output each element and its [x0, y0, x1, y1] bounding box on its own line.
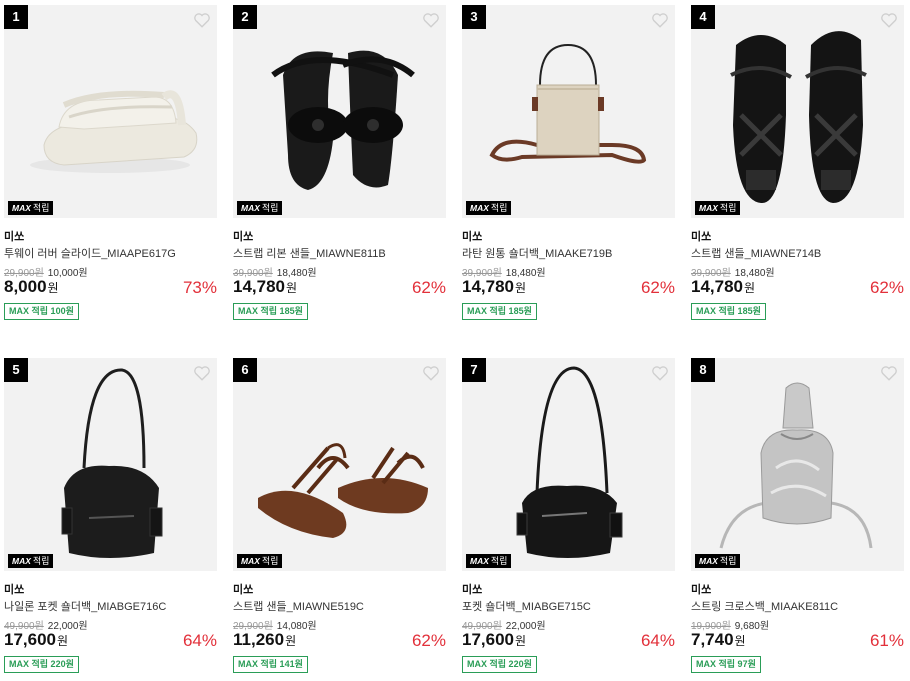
product-name[interactable]: 스트랩 샌들_MIAWNE714B: [691, 245, 821, 261]
discount-rate: 64%: [640, 631, 675, 650]
heart-icon[interactable]: [422, 364, 440, 382]
product-image[interactable]: [233, 358, 446, 571]
max-points-badge: MAX 적립: [237, 201, 283, 215]
silver-string-cross-bag-image: [719, 382, 873, 549]
heart-icon[interactable]: [880, 11, 898, 29]
product-card[interactable]: 5 MAX 적립 미쏘 나일론 포켓 숄더백_MIABGE716C 49,900원…: [4, 358, 217, 674]
discount-rate: 61%: [869, 631, 904, 650]
rank-badge: 3: [462, 5, 486, 29]
product-name[interactable]: 투웨이 러버 슬라이드_MIAAPE617G: [4, 245, 176, 261]
product-name[interactable]: 스트랩 리본 샌들_MIAWNE811B: [233, 245, 386, 261]
brown-strappy-sandal-image: [258, 443, 428, 538]
max-points-badge: MAX 적립: [8, 201, 54, 215]
brand-name[interactable]: 미쏘: [691, 228, 711, 244]
product-name[interactable]: 포켓 숄더백_MIABGE715C: [462, 598, 591, 614]
heart-icon[interactable]: [651, 364, 669, 382]
brand-name[interactable]: 미쏘: [4, 228, 24, 244]
final-price: 14,780원: [691, 277, 756, 296]
product-card[interactable]: 7 MAX 적립 미쏘 포켓 숄더백_MIABGE715C 49,900원 22,0…: [462, 358, 675, 674]
discount-rate: 62%: [411, 631, 446, 650]
product-image[interactable]: [4, 5, 217, 218]
points-badge: MAX 적립 220원: [4, 656, 79, 673]
points-badge: MAX 적립 185원: [233, 303, 308, 320]
heart-icon[interactable]: [880, 364, 898, 382]
max-points-badge: MAX 적립: [466, 201, 512, 215]
final-price: 7,740원: [691, 630, 746, 649]
rank-badge: 5: [4, 358, 28, 382]
black-patent-strap-sandal-image: [730, 31, 867, 204]
rank-badge: 4: [691, 5, 715, 29]
points-badge: MAX 적립 97원: [691, 656, 761, 673]
final-price: 14,780원: [462, 277, 527, 296]
black-leather-pocket-bag-image: [516, 366, 623, 558]
discount-rate: 62%: [640, 278, 675, 297]
final-price: 14,780원: [233, 277, 298, 296]
rank-badge: 1: [4, 5, 28, 29]
rank-badge: 8: [691, 358, 715, 382]
product-image[interactable]: [462, 358, 675, 571]
final-price: 8,000원: [4, 277, 59, 296]
brand-name[interactable]: 미쏘: [233, 228, 253, 244]
product-card[interactable]: 1 MAX 적립 미쏘 투웨이 러버 슬라이드_MIAAPE617G 29,900…: [4, 5, 217, 321]
brand-name[interactable]: 미쏘: [462, 581, 482, 597]
product-image[interactable]: [691, 358, 904, 571]
heart-icon[interactable]: [422, 11, 440, 29]
product-image[interactable]: [233, 5, 446, 218]
brand-name[interactable]: 미쏘: [691, 581, 711, 597]
discount-rate: 73%: [182, 278, 217, 297]
brand-name[interactable]: 미쏘: [4, 581, 24, 597]
product-image[interactable]: [691, 5, 904, 218]
final-price: 17,600원: [4, 630, 69, 649]
product-image[interactable]: [4, 358, 217, 571]
product-card[interactable]: 3 MAX 적립 미쏘 라탄 원통 숄더백_MIAAKE719B 39,900원 1…: [462, 5, 675, 321]
max-points-badge: MAX 적립: [695, 554, 741, 568]
max-points-badge: MAX 적립: [8, 554, 54, 568]
heart-icon[interactable]: [651, 11, 669, 29]
product-grid: 1 MAX 적립 미쏘 투웨이 러버 슬라이드_MIAAPE617G 29,900…: [0, 0, 910, 681]
discount-rate: 64%: [182, 631, 217, 650]
product-image[interactable]: [462, 5, 675, 218]
black-ribbon-sandal-image: [271, 50, 415, 190]
product-card[interactable]: 8 MAX 적립 미쏘 스트링 크로스백_MIAAKE811C 19,900원 9,…: [691, 358, 904, 674]
brand-name[interactable]: 미쏘: [233, 581, 253, 597]
max-points-badge: MAX 적립: [237, 554, 283, 568]
points-badge: MAX 적립 141원: [233, 656, 308, 673]
product-name[interactable]: 스트링 크로스백_MIAAKE811C: [691, 598, 838, 614]
product-name[interactable]: 스트랩 샌들_MIAWNE519C: [233, 598, 364, 614]
rank-badge: 2: [233, 5, 257, 29]
final-price: 11,260원: [233, 630, 297, 649]
discount-rate: 62%: [411, 278, 446, 297]
points-badge: MAX 적립 185원: [462, 303, 537, 320]
product-name[interactable]: 라탄 원통 숄더백_MIAAKE719B: [462, 245, 612, 261]
brand-name[interactable]: 미쏘: [462, 228, 482, 244]
black-nylon-shoulder-bag-image: [61, 368, 163, 558]
final-price: 17,600원: [462, 630, 527, 649]
product-card[interactable]: 4 MAX 적립 미쏘 스트랩 샌들_MIAWNE714B 39,900원 18,4…: [691, 5, 904, 321]
max-points-badge: MAX 적립: [466, 554, 512, 568]
heart-icon[interactable]: [193, 364, 211, 382]
rank-badge: 6: [233, 358, 257, 382]
discount-rate: 62%: [869, 278, 904, 297]
heart-icon[interactable]: [193, 11, 211, 29]
product-card[interactable]: 2 MAX 적립 미쏘 스트랩 리본 샌들_MIAWNE811B 39,900원 1…: [233, 5, 446, 321]
product-name[interactable]: 나일론 포켓 숄더백_MIABGE716C: [4, 598, 166, 614]
product-card[interactable]: 6 MAX 적립 미쏘 스트랩 샌들_MIAWNE519C 29,900원 14,0…: [233, 358, 446, 674]
points-badge: MAX 적립 220원: [462, 656, 537, 673]
points-badge: MAX 적립 185원: [691, 303, 766, 320]
points-badge: MAX 적립 100원: [4, 303, 79, 320]
max-points-badge: MAX 적립: [695, 201, 741, 215]
rattan-bucket-bag-image: [489, 43, 647, 164]
rank-badge: 7: [462, 358, 486, 382]
white-rubber-slide-sandal-image: [30, 90, 198, 173]
